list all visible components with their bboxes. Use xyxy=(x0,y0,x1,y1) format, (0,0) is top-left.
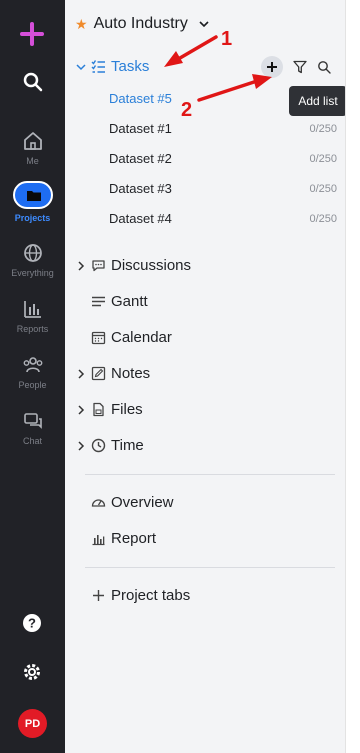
chevron-right-icon[interactable] xyxy=(75,368,87,380)
annotation-number-1: 1 xyxy=(221,28,233,50)
divider xyxy=(85,474,335,475)
tasks-section[interactable]: Tasks xyxy=(75,58,149,75)
people-icon xyxy=(23,357,42,373)
svg-text:?: ? xyxy=(28,616,36,631)
project-name: Auto Industry xyxy=(93,15,188,32)
file-icon xyxy=(93,402,104,417)
caret-placeholder xyxy=(75,497,87,509)
project-title[interactable]: ★ Auto Industry xyxy=(75,14,210,34)
add-project-tabs-label: Project tabs xyxy=(111,587,191,604)
dashboard-gauge-icon xyxy=(91,499,106,507)
tasks-toolbar xyxy=(261,56,331,78)
rail-item-everything[interactable]: Everything xyxy=(0,242,65,278)
checklist-icon xyxy=(91,60,105,73)
sidebar-item-label: Report xyxy=(111,530,157,547)
dataset-count: 0/250 xyxy=(309,122,337,135)
add-project-tabs-button[interactable]: Project tabs xyxy=(75,587,190,604)
dataset-count: 0/250 xyxy=(309,212,337,225)
dataset-item[interactable]: Dataset #3 0/250 xyxy=(109,181,337,196)
plus-icon xyxy=(93,590,104,601)
annotation-number-2: 2 xyxy=(181,99,193,121)
main-panel-edge xyxy=(345,0,360,753)
sidebar-item-report[interactable]: Report xyxy=(75,530,156,547)
chevron-down-icon[interactable] xyxy=(75,61,87,73)
sidebar-item-label: Time xyxy=(111,437,144,454)
globe-icon xyxy=(23,244,42,262)
sidebar-item-gantt[interactable]: Gantt xyxy=(75,293,148,310)
sidebar-item-label: Files xyxy=(111,401,143,418)
dataset-count: 0/250 xyxy=(309,182,337,195)
chevron-right-icon[interactable] xyxy=(75,404,87,416)
rail-label-people: People xyxy=(18,380,47,390)
filter-icon[interactable] xyxy=(293,60,307,74)
chat-icon xyxy=(23,413,42,429)
chevron-right-icon[interactable] xyxy=(75,260,87,272)
sidebar-item-label: Gantt xyxy=(111,293,148,310)
home-icon xyxy=(23,132,42,150)
sidebar-item-calendar[interactable]: Calendar xyxy=(75,329,172,346)
add-list-button[interactable] xyxy=(261,56,283,78)
dataset-name: Dataset #5 xyxy=(109,91,172,106)
rail-label-me: Me xyxy=(26,156,39,166)
projects-active-pill xyxy=(12,181,53,209)
sidebar-item-label: Discussions xyxy=(111,257,192,274)
discussion-icon xyxy=(92,260,105,272)
caret-placeholder xyxy=(75,332,87,344)
dataset-name: Dataset #2 xyxy=(109,151,172,166)
calendar-icon xyxy=(91,331,106,345)
rail-label-projects: Projects xyxy=(14,213,51,223)
caret-placeholder xyxy=(75,590,87,602)
notes-icon xyxy=(91,366,106,381)
dataset-item[interactable]: Dataset #4 0/250 xyxy=(109,211,337,226)
dataset-item[interactable]: Dataset #5 xyxy=(109,91,337,106)
dataset-count: 0/250 xyxy=(309,152,337,165)
sidebar-item-overview[interactable]: Overview xyxy=(75,494,174,511)
search-icon[interactable] xyxy=(23,72,43,92)
settings-gear-icon[interactable] xyxy=(22,662,42,682)
gantt-icon xyxy=(92,296,105,307)
tasks-label: Tasks xyxy=(111,58,150,75)
create-plus-icon[interactable] xyxy=(18,20,46,48)
chevron-down-icon xyxy=(199,21,209,28)
sidebar-item-files[interactable]: Files xyxy=(75,401,143,418)
rail-item-chat[interactable]: Chat xyxy=(0,410,65,446)
dataset-name: Dataset #3 xyxy=(109,181,172,196)
rail-item-reports[interactable]: Reports xyxy=(0,298,65,334)
bar-chart-icon xyxy=(92,535,105,546)
divider xyxy=(85,567,335,568)
rail-label-everything: Everything xyxy=(11,268,54,278)
search-icon[interactable] xyxy=(317,60,331,74)
dataset-item[interactable]: Dataset #1 0/250 xyxy=(109,121,337,136)
rail-item-me[interactable]: Me xyxy=(0,130,65,166)
caret-placeholder xyxy=(75,533,87,545)
clock-icon xyxy=(91,438,106,453)
sidebar-item-notes[interactable]: Notes xyxy=(75,365,150,382)
sidebar-item-label: Overview xyxy=(111,494,174,511)
chevron-right-icon[interactable] xyxy=(75,440,87,452)
project-sidebar: ★ Auto Industry Tasks Add list Dataset #… xyxy=(65,0,347,753)
rail-item-projects[interactable]: Projects xyxy=(0,181,65,223)
dataset-name: Dataset #1 xyxy=(109,121,172,136)
sidebar-item-time[interactable]: Time xyxy=(75,437,144,454)
folder-icon xyxy=(26,191,41,201)
dataset-name: Dataset #4 xyxy=(109,211,172,226)
user-avatar[interactable]: PD xyxy=(18,709,47,738)
sidebar-item-label: Notes xyxy=(111,365,151,382)
sidebar-item-discussions[interactable]: Discussions xyxy=(75,257,191,274)
rail-label-chat: Chat xyxy=(22,436,42,446)
star-icon[interactable]: ★ xyxy=(75,16,88,33)
rail-item-people[interactable]: People xyxy=(0,354,65,390)
help-icon[interactable]: ? xyxy=(22,613,42,633)
bar-chart-icon xyxy=(23,301,41,318)
sidebar-item-label: Calendar xyxy=(111,329,172,346)
caret-placeholder xyxy=(75,296,87,308)
dataset-item[interactable]: Dataset #2 0/250 xyxy=(109,151,337,166)
app-rail: Me Projects Everything Reports People Ch… xyxy=(0,0,65,753)
rail-label-reports: Reports xyxy=(16,324,49,334)
plus-icon xyxy=(267,62,277,72)
